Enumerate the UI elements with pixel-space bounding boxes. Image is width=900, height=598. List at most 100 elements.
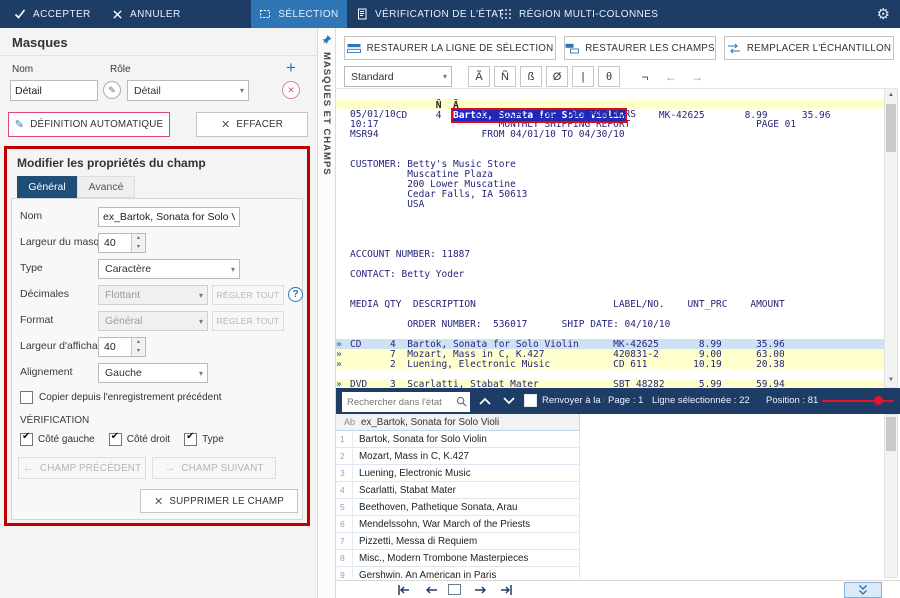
scrollbar-thumb[interactable]: [886, 417, 896, 451]
tab-general[interactable]: Général: [17, 176, 77, 198]
help-icon[interactable]: ?: [288, 287, 303, 302]
return-to-line-checkbox[interactable]: [524, 394, 537, 407]
copy-previous-checkbox[interactable]: Copier depuis l'enregistrement précédent: [20, 391, 222, 404]
report-line[interactable]: 200 Lower Muscatine: [336, 179, 884, 189]
scroll-up-icon[interactable]: ▲: [885, 89, 897, 102]
last-page-icon[interactable]: [498, 584, 514, 596]
edit-mask-icon[interactable]: ✎: [103, 81, 121, 99]
next-page-icon[interactable]: [472, 584, 488, 596]
report-line[interactable]: Muscatine Plaza: [336, 169, 884, 179]
checkbox[interactable]: ✔: [184, 433, 197, 446]
table-row[interactable]: 9Gershwin, An American in Paris: [336, 567, 579, 578]
first-page-icon[interactable]: [396, 584, 412, 596]
previous-page-icon[interactable]: [424, 584, 440, 596]
search-field[interactable]: [342, 392, 470, 410]
mask-name-input[interactable]: [10, 80, 98, 101]
tab-report-verification[interactable]: VÉRIFICATION DE L'ÉTAT: [356, 0, 504, 28]
report-line[interactable]: [336, 289, 884, 299]
table-row[interactable]: 3Luening, Electronic Music: [336, 465, 579, 482]
scroll-down-icon[interactable]: ▼: [885, 374, 897, 387]
report-line[interactable]: ACCOUNT NUMBER: 11887: [336, 249, 884, 259]
table-row[interactable]: 7Pizzetti, Messa di Requiem: [336, 533, 579, 550]
verification-checkbox[interactable]: ✔Côté gauche: [20, 433, 95, 446]
trap-set-select[interactable]: Standard ▾: [344, 66, 452, 87]
tab-selection[interactable]: SÉLECTION: [251, 0, 347, 28]
search-input[interactable]: [342, 394, 470, 412]
trap-op-button[interactable]: ←: [660, 66, 682, 87]
mask-role-select[interactable]: Détail ▾: [127, 80, 249, 101]
report-line[interactable]: [336, 239, 884, 249]
report-line[interactable]: [336, 369, 884, 379]
report-line[interactable]: [336, 209, 884, 219]
accept-button[interactable]: ACCEPTER: [14, 0, 91, 28]
checkbox[interactable]: [20, 391, 33, 404]
trap-op-button[interactable]: ¬: [634, 66, 656, 87]
restore-fields-button[interactable]: RESTAURER LES CHAMPS: [564, 36, 716, 60]
report-scrollbar[interactable]: ▲ ▼: [884, 88, 898, 388]
verification-checkbox[interactable]: ✔Côté droit: [109, 433, 170, 446]
report-line[interactable]: CUSTOMER: Betty's Music Store: [336, 159, 884, 169]
cancel-button[interactable]: ANNULER: [112, 0, 181, 28]
tab-advanced[interactable]: Avancé: [77, 176, 135, 198]
find-next-chevron-down-icon[interactable]: [502, 396, 516, 406]
table-row[interactable]: 2Mozart, Mass in C, K.427: [336, 448, 579, 465]
trap-char-button[interactable]: ß: [520, 66, 542, 87]
report-line[interactable]: CONTACT: Betty Yoder: [336, 269, 884, 279]
report-line[interactable]: » 2 Luening, Electronic Music CD 611 10.…: [336, 359, 884, 369]
report-line[interactable]: [336, 329, 884, 339]
delete-field-button[interactable]: ✕ SUPPRIMER LE CHAMP: [140, 489, 298, 513]
table-header[interactable]: Ab ex_Bartok, Sonata for Solo Violi: [336, 414, 580, 431]
type-select[interactable]: Caractère ▾: [98, 259, 240, 279]
spin-up-icon[interactable]: ▴: [132, 234, 145, 243]
report-line[interactable]: [336, 279, 884, 289]
report-line[interactable]: [336, 259, 884, 269]
trap-ruler-line[interactable]: Ñ Ã: [336, 89, 884, 99]
alignment-select[interactable]: Gauche ▾: [98, 363, 208, 383]
checkbox[interactable]: ✔: [20, 433, 33, 446]
mask-width-stepper[interactable]: 40 ▴▾: [98, 233, 146, 253]
verification-checkbox[interactable]: ✔Type: [184, 433, 224, 446]
tab-multi-column-region[interactable]: RÉGION MULTI-COLONNES: [500, 0, 658, 28]
report-line[interactable]: [336, 219, 884, 229]
add-mask-button[interactable]: +: [286, 61, 296, 75]
auto-define-button[interactable]: ✎ DÉFINITION AUTOMATIQUE: [8, 112, 170, 137]
search-icon[interactable]: [456, 396, 467, 407]
trap-op-button[interactable]: →: [686, 66, 708, 87]
tab-masks-and-fields[interactable]: MASQUES ET CHAMPS: [321, 52, 332, 176]
report-line[interactable]: MSR94 FROM 04/01/10 TO 04/30/10: [336, 129, 884, 139]
trap-char-button[interactable]: Ø: [546, 66, 568, 87]
report-line[interactable]: [336, 139, 884, 149]
display-width-stepper[interactable]: 40 ▴▾: [98, 337, 146, 357]
spin-up-icon[interactable]: ▴: [132, 338, 145, 347]
table-row[interactable]: 8Misc., Modern Trombone Masterpieces: [336, 550, 579, 567]
report-line[interactable]: »CD 4 Bartok, Sonata for Solo Violin MK-…: [336, 339, 884, 349]
field-name-input[interactable]: [98, 207, 240, 227]
report-line[interactable]: Cedar Falls, IA 50613: [336, 189, 884, 199]
scrollbar-thumb[interactable]: [886, 104, 896, 152]
report-line[interactable]: [336, 309, 884, 319]
table-row[interactable]: 6Mendelssohn, War March of the Priests: [336, 516, 579, 533]
report-line[interactable]: USA: [336, 199, 884, 209]
trap-char-button[interactable]: Ã: [468, 66, 490, 87]
expand-bottom-panel-button[interactable]: [844, 582, 882, 598]
pin-icon[interactable]: [321, 34, 333, 46]
trap-char-button[interactable]: θ: [598, 66, 620, 87]
table-scrollbar[interactable]: [884, 414, 898, 578]
table-row[interactable]: 4Scarlatti, Stabat Mater: [336, 482, 579, 499]
position-slider[interactable]: [822, 400, 894, 402]
trap-char-button[interactable]: |: [572, 66, 594, 87]
slider-handle[interactable]: [874, 396, 883, 405]
current-page-indicator[interactable]: [448, 584, 461, 595]
table-row[interactable]: 5Beethoven, Pathetique Sonata, Arau: [336, 499, 579, 516]
spin-down-icon[interactable]: ▾: [132, 347, 145, 356]
report-line[interactable]: [336, 229, 884, 239]
clear-button[interactable]: ✕ EFFACER: [196, 112, 308, 137]
remove-mask-icon[interactable]: ✕: [282, 81, 300, 99]
report-line[interactable]: ORDER NUMBER: 536017 SHIP DATE: 04/10/10: [336, 319, 884, 329]
report-view[interactable]: Ñ Ã CD 4 Bartok, Sonata for Solo Violin …: [336, 88, 884, 389]
spin-down-icon[interactable]: ▾: [132, 243, 145, 252]
table-row[interactable]: 1Bartok, Sonata for Solo Violin: [336, 431, 579, 448]
restore-selection-line-button[interactable]: RESTAURER LA LIGNE DE SÉLECTION: [344, 36, 556, 60]
replace-sample-button[interactable]: REMPLACER L'ÉCHANTILLON: [724, 36, 894, 60]
trap-char-button[interactable]: Ñ: [494, 66, 516, 87]
